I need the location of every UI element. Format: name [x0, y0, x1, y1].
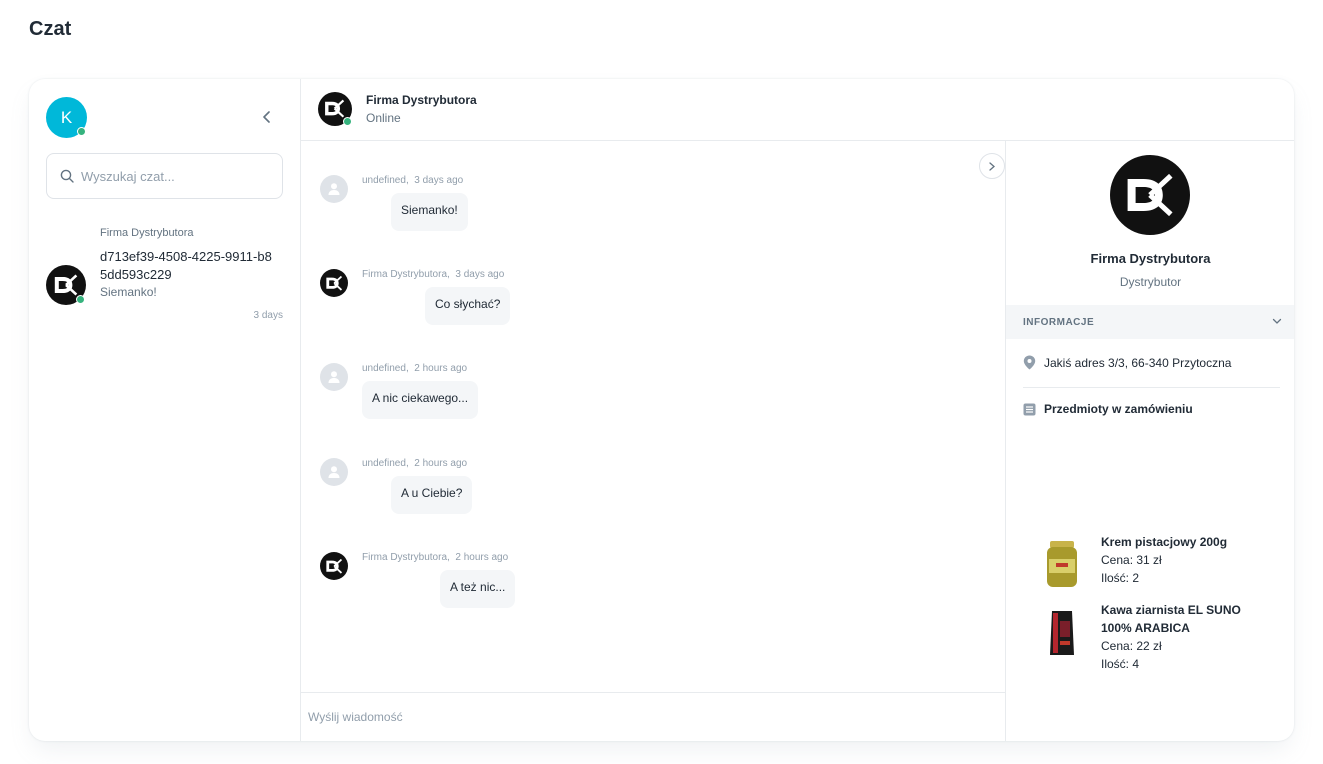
message-bubble: A nic ciekawego... — [362, 381, 479, 419]
search-icon — [60, 169, 74, 183]
person-icon — [328, 371, 340, 383]
contact-profile-name: Firma Dystrybutora — [1090, 251, 1211, 266]
list-icon — [1023, 403, 1036, 415]
address-text: Jakiś adres 3/3, 66-340 Przytoczna — [1044, 355, 1232, 370]
order-items-title: Przedmioty w zamówieniu — [1044, 402, 1193, 416]
divider — [1023, 387, 1280, 388]
message-bubble: A też nic... — [440, 570, 516, 608]
conversation-id: d713ef39-4508-4225-9911-b85dd593c229 — [100, 249, 272, 282]
dk-logo-icon — [320, 269, 348, 297]
conversation-item[interactable]: Firma Dystrybutora d713ef39-4508-4225-99… — [29, 219, 300, 329]
person-icon — [328, 183, 340, 195]
contact-avatar[interactable] — [318, 92, 352, 126]
message-meta: undefined, 2 hours ago — [362, 363, 468, 374]
my-avatar-initial: K — [60, 107, 73, 127]
conversation-avatar — [46, 265, 86, 305]
order-items-heading: Przedmioty w zamówieniu — [1023, 402, 1193, 416]
chat-sidebar: K Firma Dystrybutora d713ef39-4508-4225-… — [29, 79, 301, 741]
product-name: Kawa ziarnista EL SUNO 100% ARABICA — [1101, 603, 1241, 635]
conversation-sender: Firma Dystrybutora — [100, 227, 194, 239]
search-input[interactable] — [81, 168, 271, 184]
contact-profile-avatar — [1110, 155, 1190, 235]
contact-name: Firma Dystrybutora — [366, 93, 477, 107]
user-avatar — [320, 363, 348, 391]
message-composer — [301, 692, 1005, 741]
dk-logo-icon — [318, 92, 352, 126]
address-row: Jakiś adres 3/3, 66-340 Przytoczna — [1023, 355, 1231, 370]
message-input[interactable] — [308, 710, 988, 724]
location-pin-icon — [1023, 355, 1036, 370]
message-bubble: Co słychać? — [425, 287, 511, 325]
online-status-dot — [343, 117, 352, 126]
product-price: Cena: 22 zł — [1101, 639, 1162, 653]
message-author: Firma Dystrybutora — [362, 269, 448, 280]
search-chat-field[interactable] — [46, 153, 283, 199]
chevron-left-icon — [263, 111, 270, 123]
message-meta: undefined, 3 days ago — [362, 175, 464, 186]
online-status-dot — [77, 127, 86, 136]
collapse-sidebar-button[interactable] — [257, 107, 277, 127]
message-time: 3 days ago — [414, 175, 464, 186]
dk-logo-icon — [46, 265, 86, 305]
product-name: Krem pistacjowy 200g — [1101, 535, 1228, 549]
message-time: 2 hours ago — [414, 363, 468, 374]
message-time: 2 hours ago — [414, 458, 468, 469]
product-quantity: Ilość: 2 — [1101, 571, 1140, 585]
contact-status: Online — [366, 111, 401, 125]
conversation-preview: Siemanko! — [100, 285, 157, 299]
message-author: Firma Dystrybutora — [362, 552, 448, 563]
message-author: undefined — [362, 363, 406, 374]
toggle-info-panel-button[interactable] — [979, 153, 1005, 179]
message-meta: undefined, 2 hours ago — [362, 458, 468, 469]
product-details: Kawa ziarnista EL SUNO 100% ARABICA Cena… — [1101, 601, 1271, 673]
product-image-coffee-bag — [1040, 607, 1084, 663]
product-image-pistachio-jar — [1040, 539, 1084, 595]
message-author: undefined — [362, 175, 406, 186]
info-section-title: INFORMACJE — [1023, 316, 1095, 328]
dk-logo-icon — [320, 552, 348, 580]
message-time: 3 days ago — [455, 269, 505, 280]
user-avatar — [320, 458, 348, 486]
message-meta: Firma Dystrybutora, 3 days ago — [362, 269, 505, 280]
message-bubble: A u Ciebie? — [391, 476, 473, 514]
chevron-right-icon — [989, 161, 995, 171]
message-list[interactable]: undefined, 3 days ago Siemanko! Firma Dy… — [301, 141, 1005, 692]
my-avatar[interactable]: K — [46, 97, 87, 138]
product-quantity: Ilość: 4 — [1101, 657, 1140, 671]
product-details: Krem pistacjowy 200g Cena: 31 zł Ilość: … — [1101, 533, 1271, 587]
online-status-dot — [76, 295, 85, 304]
product-price: Cena: 31 zł — [1101, 553, 1162, 567]
user-avatar — [320, 175, 348, 203]
message-time: 2 hours ago — [455, 552, 509, 563]
message-meta: Firma Dystrybutora, 2 hours ago — [362, 552, 509, 563]
conversation-header: Firma Dystrybutora Online — [301, 79, 1294, 141]
message-bubble: Siemanko! — [391, 193, 468, 231]
page-title: Czat — [29, 18, 72, 40]
dk-logo-icon — [1110, 155, 1190, 235]
message-author: undefined — [362, 458, 406, 469]
contact-info-panel: Firma Dystrybutora Dystrybutor INFORMACJ… — [1005, 141, 1294, 741]
info-section-toggle[interactable]: INFORMACJE — [1006, 305, 1294, 339]
contact-profile-role: Dystrybutor — [1119, 275, 1182, 289]
chevron-down-icon — [1272, 318, 1282, 324]
chat-card: K Firma Dystrybutora d713ef39-4508-4225-… — [29, 79, 1294, 741]
person-icon — [328, 466, 340, 478]
conversation-time: 3 days — [253, 310, 283, 321]
